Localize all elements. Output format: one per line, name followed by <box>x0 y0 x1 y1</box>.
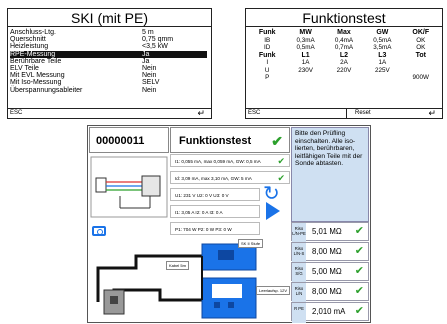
ski-title: SKI (mit PE) <box>8 10 211 27</box>
play-button[interactable] <box>266 202 280 220</box>
esc-button[interactable]: ESC <box>10 110 22 116</box>
funktionstest-table: Funk MW Max GW OK/F IB 0,3mA 0,4mA 0,5mA OK ID 0,… <box>248 29 440 82</box>
wiring-diagram <box>90 156 168 218</box>
return-icon[interactable]: ↵ <box>428 109 436 118</box>
check-icon: ✔ <box>354 225 364 237</box>
ski-row-evl-messung[interactable]: Mit EVL Messung Nein <box>10 72 207 79</box>
device-title: Funktionstest ✔ <box>170 127 290 153</box>
check-icon: ✔ <box>354 265 364 277</box>
check-icon: ✔ <box>354 245 364 257</box>
table-row: Funk MW Max GW OK/F <box>258 29 430 36</box>
ski-row-heizleistung[interactable]: Heizleistung <3,5 kW <box>10 43 207 50</box>
camera-icon[interactable] <box>92 226 106 236</box>
table-row: Funk L1 L2 L3 Tot <box>258 51 426 59</box>
ski-settings-panel: SKI (mit PE) Anschluss-Ltg. 5 m Querschni… <box>7 8 212 119</box>
funktionstest-title: Funktionstest <box>246 10 442 27</box>
funktionstest-panel: Funktionstest Funk MW Max GW OK/F IB 0,3mA 0,4… <box>245 8 443 119</box>
result-row[interactable]: Riso L/N 8,00 MΩ ✔ <box>291 282 369 303</box>
measurement-i: I1: 3,05 A I2: 0 A I3: 0 A <box>170 205 260 218</box>
return-icon[interactable]: ↵ <box>197 109 205 118</box>
ski-row-rpe-messung[interactable]: RPE-Messung Ja <box>10 50 207 58</box>
ski-row-iso-messung[interactable]: Mit Iso-Messung SELV <box>10 79 207 86</box>
ski-settings-list: Anschluss-Ltg. 5 m Querschnitt 0,75 qmm He… <box>10 29 207 94</box>
ski-row-querschnitt[interactable]: Querschnitt 0,75 qmm <box>10 36 207 43</box>
ski-row-anschluss[interactable]: Anschluss-Ltg. 5 m <box>10 29 207 36</box>
diagram-label-cable: Kabel 5m <box>166 261 189 270</box>
device-id: 00000011 <box>89 127 169 153</box>
check-icon: ✔ <box>354 285 364 297</box>
table-row: U 230V 220V 225V <box>264 66 390 74</box>
result-row[interactable]: R PE 2,010 mA ✔ <box>291 302 369 323</box>
result-row[interactable]: Riso S/G 5,00 MΩ ✔ <box>291 262 369 283</box>
result-row[interactable]: Riso L/N-S 8,00 MΩ ✔ <box>291 242 369 263</box>
check-icon: ✔ <box>271 133 283 149</box>
instruction-box: Bitte den Prüfling einschalten. Alle iso… <box>291 127 369 222</box>
table-row: I 1A 2A 1A <box>266 59 387 66</box>
test-setup-illustration <box>96 243 257 319</box>
check-icon: ✔ <box>354 305 364 317</box>
ski-footer: ESC ↵ <box>8 108 211 118</box>
device-screen: 00000011 Funktionstest ✔ Bitte den Prüfl… <box>87 125 371 323</box>
result-row[interactable]: Riso L/N-PE 5,01 MΩ ✔ <box>291 222 369 243</box>
table-row: P 900W <box>265 74 429 81</box>
ski-row-elv-teile[interactable]: ELV Teile Nein <box>10 65 207 72</box>
refresh-icon[interactable]: ↻ <box>263 184 280 204</box>
funktionstest-footer: ESC Reset ↵ <box>246 108 442 118</box>
measurement-u: U1: 231 V U2: 0 V U3: 0 V <box>170 188 260 201</box>
table-row: ID 0,5mA 0,7mA 3,5mA OK <box>264 44 426 51</box>
measurement-ib: I1: 0,055 mA, max 0,059 mA, GW: 0,5 mA ✔ <box>170 154 290 167</box>
ski-row-ueberspannungsableiter[interactable]: Überspannungsableiter Nein <box>10 87 207 94</box>
diagram-label-voltage: Leerlaufsp. 12V <box>256 286 291 295</box>
ski-row-beruehrbare-teile[interactable]: Berührbare Teile Ja <box>10 58 207 65</box>
reset-button[interactable]: Reset <box>346 109 371 118</box>
check-icon: ✔ <box>277 156 285 166</box>
table-row: IB 0,3mA 0,4mA 0,5mA OK <box>264 36 426 44</box>
measurement-p: P1: 704 W P2: 0 W P3: 0 W <box>170 222 260 235</box>
esc-button[interactable]: ESC <box>248 110 260 116</box>
diagram-label-sk2: SK II Stufe <box>238 239 264 248</box>
